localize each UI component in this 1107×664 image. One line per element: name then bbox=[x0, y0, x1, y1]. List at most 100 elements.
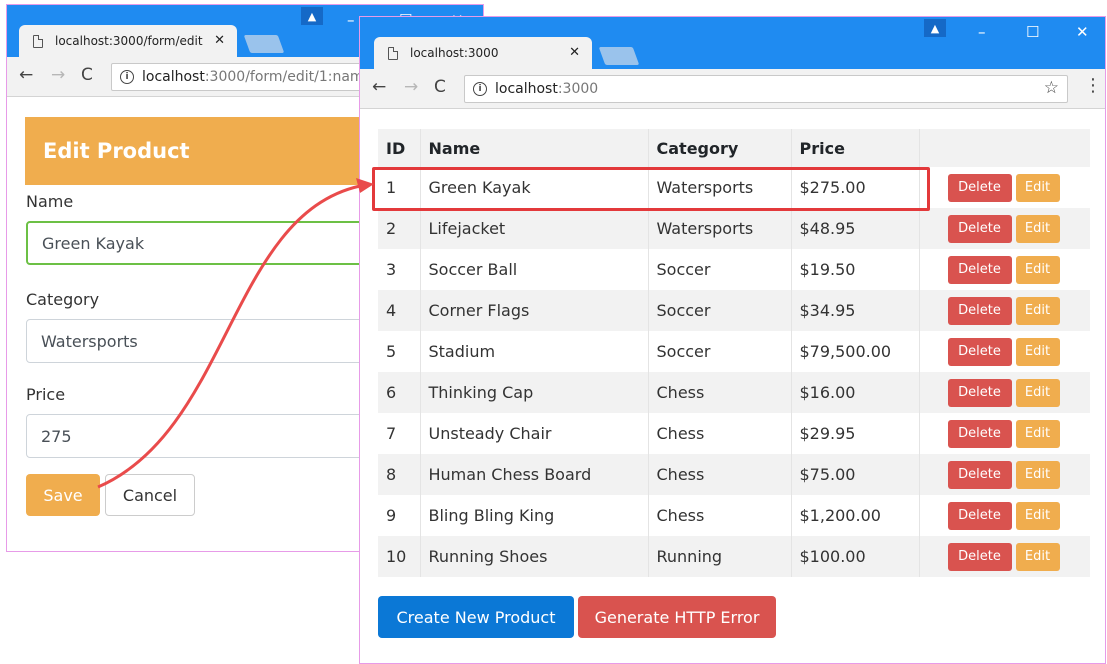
row-category: Soccer bbox=[647, 290, 791, 331]
edit-button[interactable]: Edit bbox=[1015, 214, 1060, 243]
url-path: :3000 bbox=[557, 81, 599, 97]
edit-button[interactable]: Edit bbox=[1015, 460, 1060, 489]
row-actions: Delete Edit bbox=[918, 372, 1090, 413]
table-row: 4 Corner Flags Soccer $34.95 Delete Edit bbox=[378, 290, 1090, 331]
profile-icon[interactable]: ▲ bbox=[924, 19, 946, 37]
delete-button[interactable]: Delete bbox=[947, 460, 1012, 489]
browser-toolbar: ← → C i localhost:3000 ☆ ⋮ bbox=[360, 69, 1105, 109]
edit-button[interactable]: Edit bbox=[1015, 173, 1060, 202]
row-category: Chess bbox=[647, 372, 791, 413]
delete-button[interactable]: Delete bbox=[947, 419, 1012, 448]
table-row: 9 Bling Bling King Chess $1,200.00 Delete Edi… bbox=[378, 495, 1090, 536]
header-category: Category bbox=[647, 129, 791, 167]
edit-button[interactable]: Edit bbox=[1015, 296, 1060, 325]
row-category: Chess bbox=[647, 413, 791, 454]
row-name: Green Kayak bbox=[419, 167, 648, 208]
row-name: Human Chess Board bbox=[419, 454, 648, 495]
tab-title: localhost:3000 bbox=[410, 46, 499, 60]
row-name: Bling Bling King bbox=[419, 495, 648, 536]
back-arrow-icon[interactable]: ← bbox=[19, 65, 33, 85]
address-bar[interactable]: i localhost:3000 ☆ bbox=[464, 75, 1068, 103]
maximize-icon[interactable]: ☐ bbox=[1026, 23, 1039, 41]
table-row: 7 Unsteady Chair Chess $29.95 Delete Edit bbox=[378, 413, 1090, 454]
close-window-icon[interactable]: ✕ bbox=[1076, 23, 1089, 41]
star-icon[interactable]: ☆ bbox=[1044, 78, 1059, 98]
browser-tab[interactable]: localhost:3000/form/edit ✕ bbox=[19, 25, 237, 57]
product-list-window: localhost:3000 ✕ ▲ – ☐ ✕ ← → C i localho… bbox=[359, 16, 1106, 664]
row-id: 8 bbox=[386, 465, 397, 484]
row-actions: Delete Edit bbox=[918, 290, 1090, 331]
info-icon[interactable]: i bbox=[473, 82, 487, 96]
edit-button[interactable]: Edit bbox=[1015, 255, 1060, 284]
row-actions: Delete Edit bbox=[918, 454, 1090, 495]
row-id: 4 bbox=[386, 301, 397, 320]
minimize-icon[interactable]: – bbox=[347, 11, 355, 29]
delete-button[interactable]: Delete bbox=[947, 173, 1012, 202]
forward-arrow-icon[interactable]: → bbox=[404, 77, 418, 97]
browser-tab[interactable]: localhost:3000 ✕ bbox=[374, 37, 592, 69]
table-row: 10 Running Shoes Running $100.00 Delete Edit bbox=[378, 536, 1090, 577]
name-label: Name bbox=[26, 192, 74, 211]
new-tab-button[interactable] bbox=[598, 47, 640, 65]
save-button[interactable]: Save bbox=[26, 474, 100, 516]
menu-dots-icon[interactable]: ⋮ bbox=[1084, 75, 1102, 96]
row-price: $100.00 bbox=[790, 536, 919, 577]
row-id: 7 bbox=[386, 424, 397, 443]
profile-icon[interactable]: ▲ bbox=[301, 7, 323, 25]
row-category: Chess bbox=[647, 495, 791, 536]
close-icon[interactable]: ✕ bbox=[569, 45, 580, 60]
delete-button[interactable]: Delete bbox=[947, 214, 1012, 243]
minimize-icon[interactable]: – bbox=[978, 23, 986, 41]
edit-button[interactable]: Edit bbox=[1015, 542, 1060, 571]
delete-button[interactable]: Delete bbox=[947, 337, 1012, 366]
row-name: Thinking Cap bbox=[419, 372, 648, 413]
delete-button[interactable]: Delete bbox=[947, 378, 1012, 407]
create-new-product-button[interactable]: Create New Product bbox=[378, 596, 574, 638]
delete-button[interactable]: Delete bbox=[947, 542, 1012, 571]
info-icon[interactable]: i bbox=[120, 70, 134, 84]
edit-button[interactable]: Edit bbox=[1015, 501, 1060, 530]
table-row: 1 Green Kayak Watersports $275.00 Delete Edit bbox=[378, 167, 1090, 208]
table-header-row: ID Name Category Price bbox=[378, 129, 1090, 167]
delete-button[interactable]: Delete bbox=[947, 501, 1012, 530]
row-price: $275.00 bbox=[790, 167, 919, 208]
close-icon[interactable]: ✕ bbox=[214, 33, 225, 48]
new-tab-button[interactable] bbox=[243, 35, 285, 53]
table-row: 3 Soccer Ball Soccer $19.50 Delete Edit bbox=[378, 249, 1090, 290]
edit-button[interactable]: Edit bbox=[1015, 337, 1060, 366]
edit-button[interactable]: Edit bbox=[1015, 419, 1060, 448]
table-row: 2 Lifejacket Watersports $48.95 Delete Edit bbox=[378, 208, 1090, 249]
delete-button[interactable]: Delete bbox=[947, 255, 1012, 284]
tab-title: localhost:3000/form/edit bbox=[55, 34, 203, 48]
forward-arrow-icon[interactable]: → bbox=[51, 65, 65, 85]
row-actions: Delete Edit bbox=[918, 331, 1090, 372]
cancel-button[interactable]: Cancel bbox=[105, 474, 195, 516]
header-price: Price bbox=[790, 129, 919, 167]
row-name: Unsteady Chair bbox=[419, 413, 648, 454]
row-category: Chess bbox=[647, 454, 791, 495]
row-id: 10 bbox=[386, 547, 407, 566]
row-actions: Delete Edit bbox=[918, 413, 1090, 454]
category-label: Category bbox=[26, 290, 100, 309]
row-name: Running Shoes bbox=[419, 536, 648, 577]
row-id: 9 bbox=[386, 506, 397, 525]
products-table: ID Name Category Price 1 Green Kayak Water… bbox=[378, 129, 1090, 577]
table-row: 6 Thinking Cap Chess $16.00 Delete Edit bbox=[378, 372, 1090, 413]
delete-button[interactable]: Delete bbox=[947, 296, 1012, 325]
row-id: 5 bbox=[386, 342, 397, 361]
reload-icon[interactable]: C bbox=[434, 77, 446, 97]
table-row: 8 Human Chess Board Chess $75.00 Delete Edit bbox=[378, 454, 1090, 495]
row-id: 3 bbox=[386, 260, 397, 279]
table-row: 5 Stadium Soccer $79,500.00 Delete Edit bbox=[378, 331, 1090, 372]
reload-icon[interactable]: C bbox=[81, 65, 93, 85]
generate-http-error-button[interactable]: Generate HTTP Error bbox=[578, 596, 776, 638]
url-path: :3000/form/edit/1:nam bbox=[204, 69, 364, 85]
row-actions: Delete Edit bbox=[918, 495, 1090, 536]
back-arrow-icon[interactable]: ← bbox=[372, 77, 386, 97]
row-price: $75.00 bbox=[790, 454, 919, 495]
row-id: 1 bbox=[386, 178, 397, 197]
edit-button[interactable]: Edit bbox=[1015, 378, 1060, 407]
row-name: Corner Flags bbox=[419, 290, 648, 331]
row-name: Lifejacket bbox=[419, 208, 648, 249]
url-host: localhost bbox=[495, 81, 558, 97]
